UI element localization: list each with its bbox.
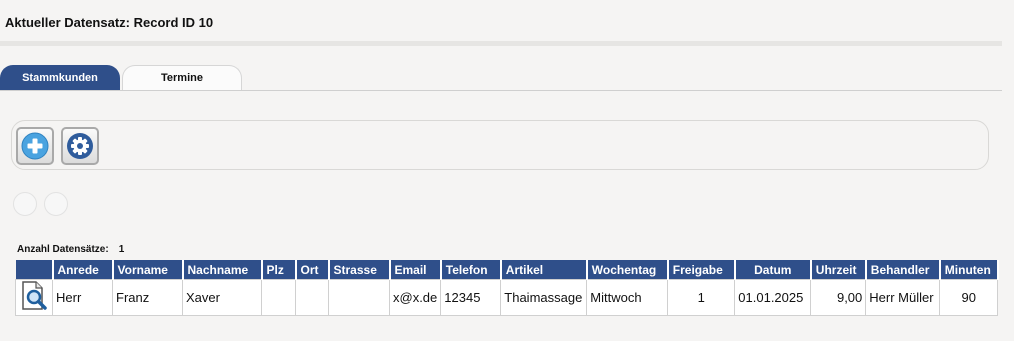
toolbar <box>11 120 989 170</box>
title-divider <box>0 41 1002 46</box>
record-count: Anzahl Datensätze: 1 <box>17 244 124 255</box>
cell-minuten: 90 <box>939 279 999 316</box>
column-header-wochentag[interactable]: Wochentag <box>586 260 669 280</box>
column-header-ort[interactable]: Ort <box>295 260 330 280</box>
cell-anrede: Herr <box>52 279 113 316</box>
column-header-freigabe[interactable]: Freigabe <box>667 260 736 280</box>
document-search-icon <box>22 281 47 310</box>
cell-nachname: Xaver <box>182 279 262 316</box>
column-header-plz[interactable]: Plz <box>261 260 297 280</box>
cell-ort <box>295 279 329 316</box>
column-header-datum[interactable]: Datum <box>734 260 812 280</box>
record-count-label: Anzahl Datensätze: <box>17 244 109 255</box>
column-header-behandler[interactable]: Behandler <box>865 260 941 280</box>
status-indicator <box>44 192 68 216</box>
column-header-vorname[interactable]: Vorname <box>112 260 184 280</box>
table-header-row: Anrede Vorname Nachname Plz Ort Strasse … <box>15 260 999 280</box>
tab-divider <box>0 90 1002 91</box>
tab-stammkunden[interactable]: Stammkunden <box>0 65 120 90</box>
table-row[interactable]: Herr Franz Xaver x@x.de 12345 Thaimassag… <box>15 279 999 316</box>
cell-uhrzeit: 9,00 <box>810 279 867 316</box>
column-header-email[interactable]: Email <box>389 260 442 280</box>
tab-termine[interactable]: Termine <box>122 65 242 90</box>
cell-telefon: 12345 <box>440 279 502 316</box>
column-header-icon <box>15 260 54 280</box>
column-header-anrede[interactable]: Anrede <box>52 260 114 280</box>
column-header-artikel[interactable]: Artikel <box>500 260 588 280</box>
settings-button[interactable] <box>61 127 99 165</box>
column-header-telefon[interactable]: Telefon <box>440 260 502 280</box>
cell-vorname: Franz <box>112 279 183 316</box>
cell-strasse <box>328 279 390 316</box>
cell-freigabe: 1 <box>667 279 736 316</box>
plus-circle-icon <box>21 132 49 160</box>
record-count-value: 1 <box>118 244 125 255</box>
column-header-strasse[interactable]: Strasse <box>328 260 391 280</box>
column-header-nachname[interactable]: Nachname <box>182 260 263 280</box>
cell-email: x@x.de <box>388 279 442 316</box>
cell-artikel: Thaimassage <box>500 279 588 316</box>
record-title: Aktueller Datensatz: Record ID 10 <box>5 15 214 30</box>
cell-wochentag: Mittwoch <box>586 279 669 316</box>
cell-behandler: Herr Müller <box>865 279 941 316</box>
records-table: Anrede Vorname Nachname Plz Ort Strasse … <box>15 260 999 316</box>
gear-icon <box>67 133 93 159</box>
cell-datum: 01.01.2025 <box>734 279 812 316</box>
status-indicator <box>13 192 37 216</box>
add-record-button[interactable] <box>16 127 54 165</box>
column-header-uhrzeit[interactable]: Uhrzeit <box>810 260 867 280</box>
column-header-minuten[interactable]: Minuten <box>939 260 999 280</box>
view-record-button[interactable] <box>15 279 53 316</box>
cell-plz <box>261 279 296 316</box>
page: Aktueller Datensatz: Record ID 10 Stammk… <box>0 0 1014 341</box>
